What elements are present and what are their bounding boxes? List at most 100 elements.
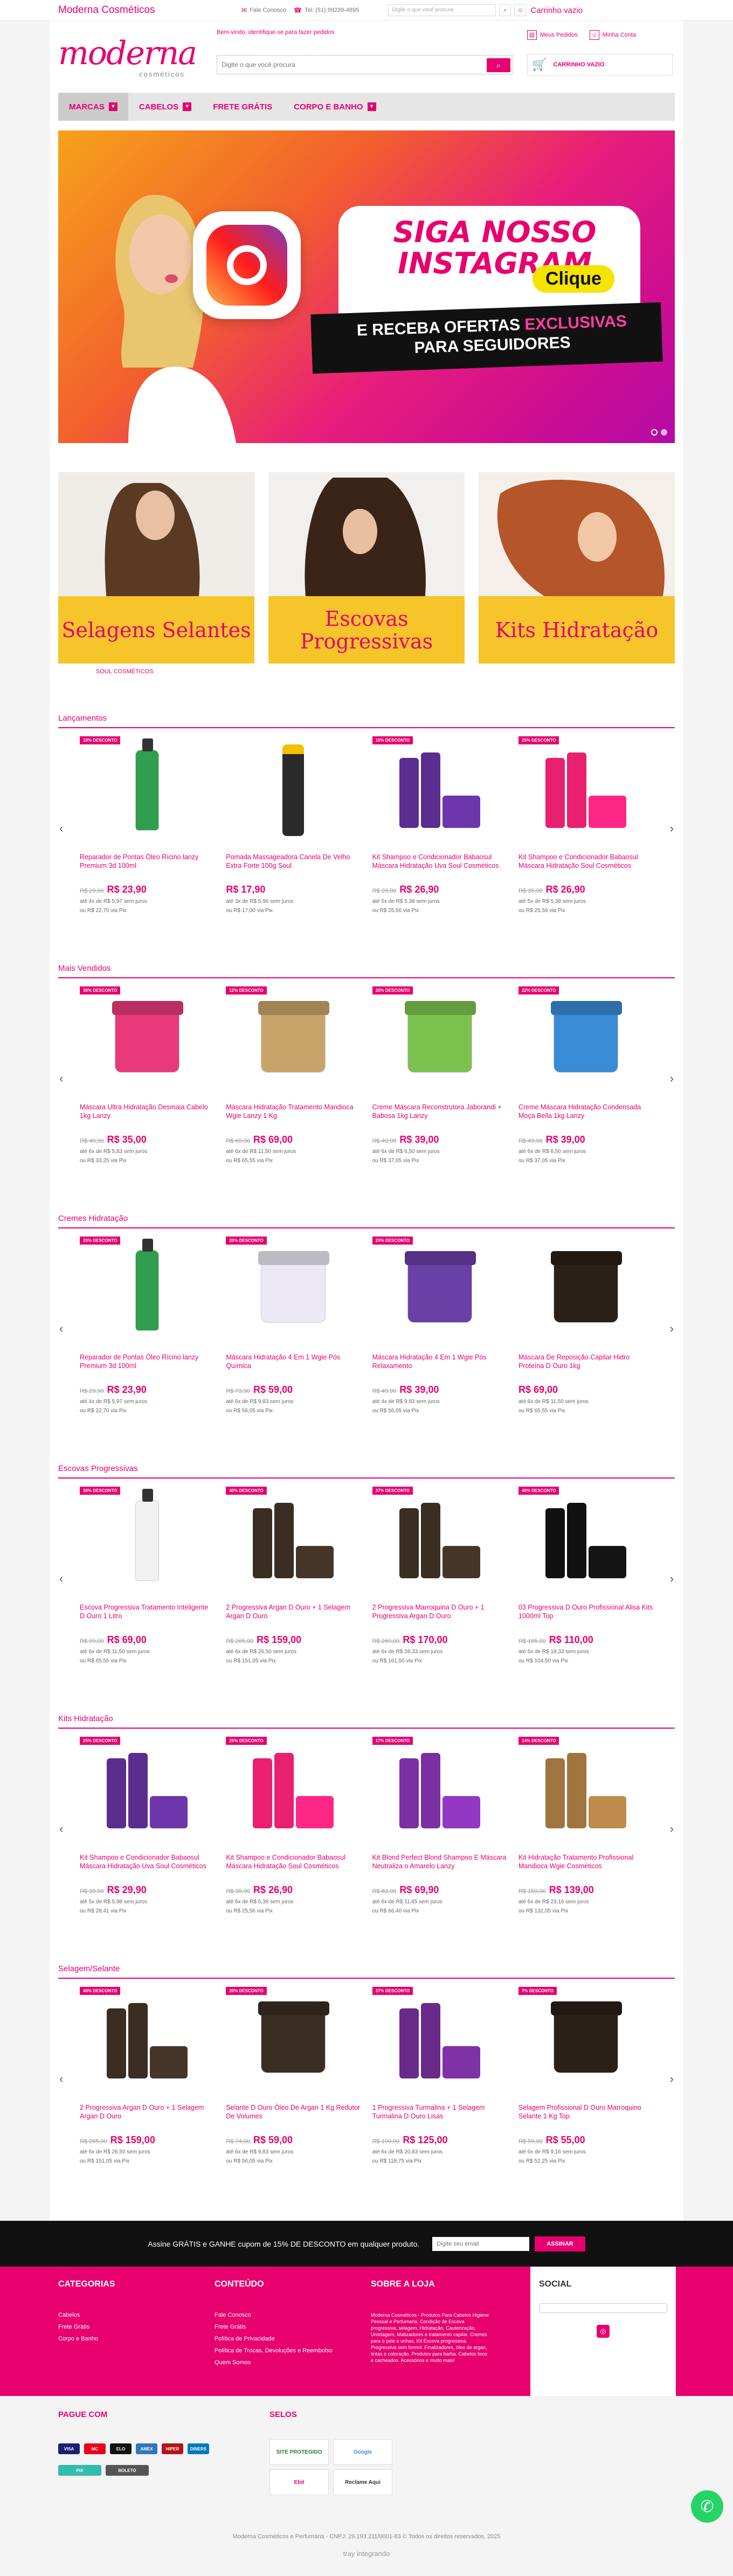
top-search-icon[interactable]: ⌕ — [499, 4, 511, 16]
product-image[interactable] — [518, 986, 653, 1094]
product-card[interactable]: 40% DESCONTO 2 Progressiva Argan D Ouro +… — [226, 1487, 361, 1664]
product-image[interactable] — [226, 986, 361, 1094]
section-title[interactable]: Lançamentos — [58, 714, 675, 728]
product-name[interactable]: Máscara Hidratação 4 Em 1 Wgie Pós Relax… — [372, 1353, 507, 1380]
product-name[interactable]: Reparador de Pontas Óleo Rícino lanzy Pr… — [80, 853, 215, 880]
product-card[interactable]: Máscara De Reposição Capilar Hidro Prote… — [518, 1237, 653, 1414]
section-title[interactable]: Escovas Progressivas — [58, 1464, 675, 1479]
product-image[interactable] — [518, 1987, 653, 2095]
my-account-link[interactable]: ☺ Minha Conta — [589, 30, 636, 40]
product-image[interactable] — [226, 1737, 361, 1845]
product-name[interactable]: 2 Progressiva Marroquina D Ouro + 1 Prog… — [372, 1603, 507, 1630]
product-card[interactable]: 7% DESCONTO Selagem Profissional D Ouro M… — [518, 1987, 653, 2164]
carousel-prev-icon[interactable]: ‹ — [59, 1322, 63, 1336]
product-name[interactable]: Escova Progressiva Tratamento Inteligent… — [80, 1603, 215, 1630]
product-image[interactable] — [226, 1987, 361, 2095]
product-card[interactable]: 20% DESCONTO Máscara Hidratação 4 Em 1 Wg… — [372, 1237, 507, 1414]
product-name[interactable]: Máscara Hidratação Tratamento Mandioca W… — [226, 1103, 361, 1130]
section-title[interactable]: Selagem/Selante — [58, 1964, 675, 1979]
nav-item-cabelos[interactable]: CABELOS ▾ — [128, 93, 202, 121]
top-search-input[interactable]: Digite o que você procura — [388, 4, 496, 16]
product-name[interactable]: Máscara De Reposição Capilar Hidro Prote… — [518, 1353, 653, 1380]
newsletter-subscribe-button[interactable]: ASSINAR — [535, 2236, 585, 2252]
seal-site-protegido[interactable]: SITE PROTEGIDO — [269, 2439, 329, 2465]
carousel-next-icon[interactable]: › — [670, 1322, 674, 1336]
whatsapp-button[interactable]: ✆ — [691, 2490, 723, 2523]
product-card[interactable]: 30% DESCONTO Escova Progressiva Tratament… — [80, 1487, 215, 1664]
product-image[interactable] — [226, 1237, 361, 1344]
category-tile-escovas[interactable]: Escovas Progressivas — [268, 472, 465, 664]
powered-by-logo[interactable]: tray integrando — [0, 2550, 733, 2558]
product-card[interactable]: 14% DESCONTO Kit Hidratação Tratamento Pr… — [518, 1737, 653, 1914]
footer-link[interactable]: Frete Grátis — [58, 2324, 115, 2330]
product-name[interactable]: 2 Progressiva Argan D Ouro + 1 Selagem A… — [226, 1603, 361, 1630]
product-name[interactable]: Selagem Profissional D Ouro Marroquino S… — [518, 2103, 653, 2130]
product-card[interactable]: Pomada Massageadora Canela De Velho Extr… — [226, 736, 361, 914]
product-card[interactable]: 22% DESCONTO Creme Máscara Hidratação Con… — [518, 986, 653, 1164]
product-image[interactable] — [80, 1237, 215, 1344]
banner-dot-2[interactable] — [661, 429, 667, 436]
category-tile-kits[interactable]: Kits Hidratação — [479, 472, 675, 664]
product-name[interactable]: Selante D Ouro Óleo De Argan 1 Kg Reduto… — [226, 2103, 361, 2130]
seal-ebit[interactable]: Ebit — [269, 2469, 329, 2495]
footer-link[interactable]: Política de Privacidade — [215, 2336, 333, 2342]
product-card[interactable]: 37% DESCONTO 2 Progressiva Marroquina D O… — [372, 1487, 507, 1664]
newsletter-email-input[interactable] — [432, 2236, 530, 2251]
product-image[interactable] — [80, 1737, 215, 1845]
product-image[interactable] — [372, 1487, 507, 1594]
carousel-prev-icon[interactable]: ‹ — [59, 1072, 63, 1086]
product-image[interactable] — [518, 1737, 653, 1845]
footer-link[interactable]: Fale Conosco — [215, 2312, 333, 2318]
product-name[interactable]: Reparador de Pontas Óleo Rícino lanzy Pr… — [80, 1353, 215, 1380]
product-card[interactable]: 20% DESCONTO Máscara Hidratação 4 Em 1 Wg… — [226, 1237, 361, 1414]
instagram-icon[interactable]: ◎ — [597, 2325, 610, 2338]
product-image[interactable] — [518, 1487, 653, 1594]
carousel-prev-icon[interactable]: ‹ — [59, 1572, 63, 1586]
carousel-next-icon[interactable]: › — [670, 1822, 674, 1836]
product-image[interactable] — [372, 1737, 507, 1845]
my-orders-link[interactable]: ▤ Meus Pedidos — [527, 30, 578, 40]
product-image[interactable] — [80, 1487, 215, 1594]
banner-cta-button[interactable]: Clique — [533, 265, 614, 293]
footer-link[interactable]: Política de Trocas, Devoluções e Reembol… — [215, 2347, 333, 2354]
product-image[interactable] — [226, 736, 361, 844]
product-name[interactable]: Máscara Hidratação 4 Em 1 Wgie Pós Quími… — [226, 1353, 361, 1380]
carousel-next-icon[interactable]: › — [670, 2072, 674, 2086]
nav-item-marcas[interactable]: MARCAS ▾ — [58, 93, 128, 121]
category-tile-selagens[interactable]: Selagens Selantes — [58, 472, 254, 664]
banner-dot-1[interactable] — [651, 429, 658, 436]
carousel-next-icon[interactable]: › — [670, 1572, 674, 1586]
product-name[interactable]: Kit Hidratação Tratamento Profissional M… — [518, 1853, 653, 1880]
product-name[interactable]: Creme Máscara Reconstrutora Jaborandi + … — [372, 1103, 507, 1130]
contact-link[interactable]: ✉ Fale Conosco — [241, 6, 286, 14]
product-image[interactable] — [226, 1487, 361, 1594]
carousel-prev-icon[interactable]: ‹ — [59, 821, 63, 835]
top-brand-link[interactable]: Moderna Cosméticos — [58, 4, 231, 16]
product-name[interactable]: 2 Progressiva Argan D Ouro + 1 Selagem A… — [80, 2103, 215, 2130]
section-title[interactable]: Mais Vendidos — [58, 964, 675, 978]
product-name[interactable]: 03 Progressiva D Ouro Profissional Alisa… — [518, 1603, 653, 1630]
carousel-next-icon[interactable]: › — [670, 821, 674, 835]
brand-link-soul[interactable]: SOUL COSMÉTICOS — [96, 668, 154, 675]
welcome-text[interactable]: Bem-vindo, identifique-se para fazer ped… — [217, 29, 334, 36]
product-name[interactable]: Kit Blond Perfect Blond Shampoo E Máscar… — [372, 1853, 507, 1880]
hero-banner[interactable]: SIGA NOSSO INSTAGRAM Clique E RECEBA OFE… — [58, 130, 675, 443]
carousel-prev-icon[interactable]: ‹ — [59, 2072, 63, 2086]
product-card[interactable]: 10% DESCONTO Kit Shampoo e Condicionador … — [372, 736, 507, 914]
product-card[interactable]: 37% DESCONTO 1 Progressiva Turmalina + 1 … — [372, 1987, 507, 2164]
search-button[interactable]: ⌕ — [487, 58, 510, 72]
product-card[interactable]: 25% DESCONTO Kit Shampoo e Condicionador … — [518, 736, 653, 914]
seal-google[interactable]: Google — [333, 2439, 392, 2465]
product-name[interactable]: Pomada Massageadora Canela De Velho Extr… — [226, 853, 361, 880]
footer-link[interactable]: Corpo e Banho — [58, 2336, 115, 2342]
product-image[interactable] — [372, 1237, 507, 1344]
product-name[interactable]: Kit Shampoo e Condicionador Babaosul Más… — [372, 853, 507, 880]
product-card[interactable]: 20% DESCONTO Creme Máscara Reconstrutora … — [372, 986, 507, 1164]
product-name[interactable]: Kit Shampoo e Condicionador Babaosul Más… — [226, 1853, 361, 1880]
product-card[interactable]: 40% DESCONTO 2 Progressiva Argan D Ouro +… — [80, 1987, 215, 2164]
product-image[interactable] — [372, 1987, 507, 2095]
product-name[interactable]: Creme Máscara Hidratação Condensada Moça… — [518, 1103, 653, 1130]
product-image[interactable] — [80, 736, 215, 844]
product-image[interactable] — [80, 1987, 215, 2095]
product-image[interactable] — [518, 736, 653, 844]
